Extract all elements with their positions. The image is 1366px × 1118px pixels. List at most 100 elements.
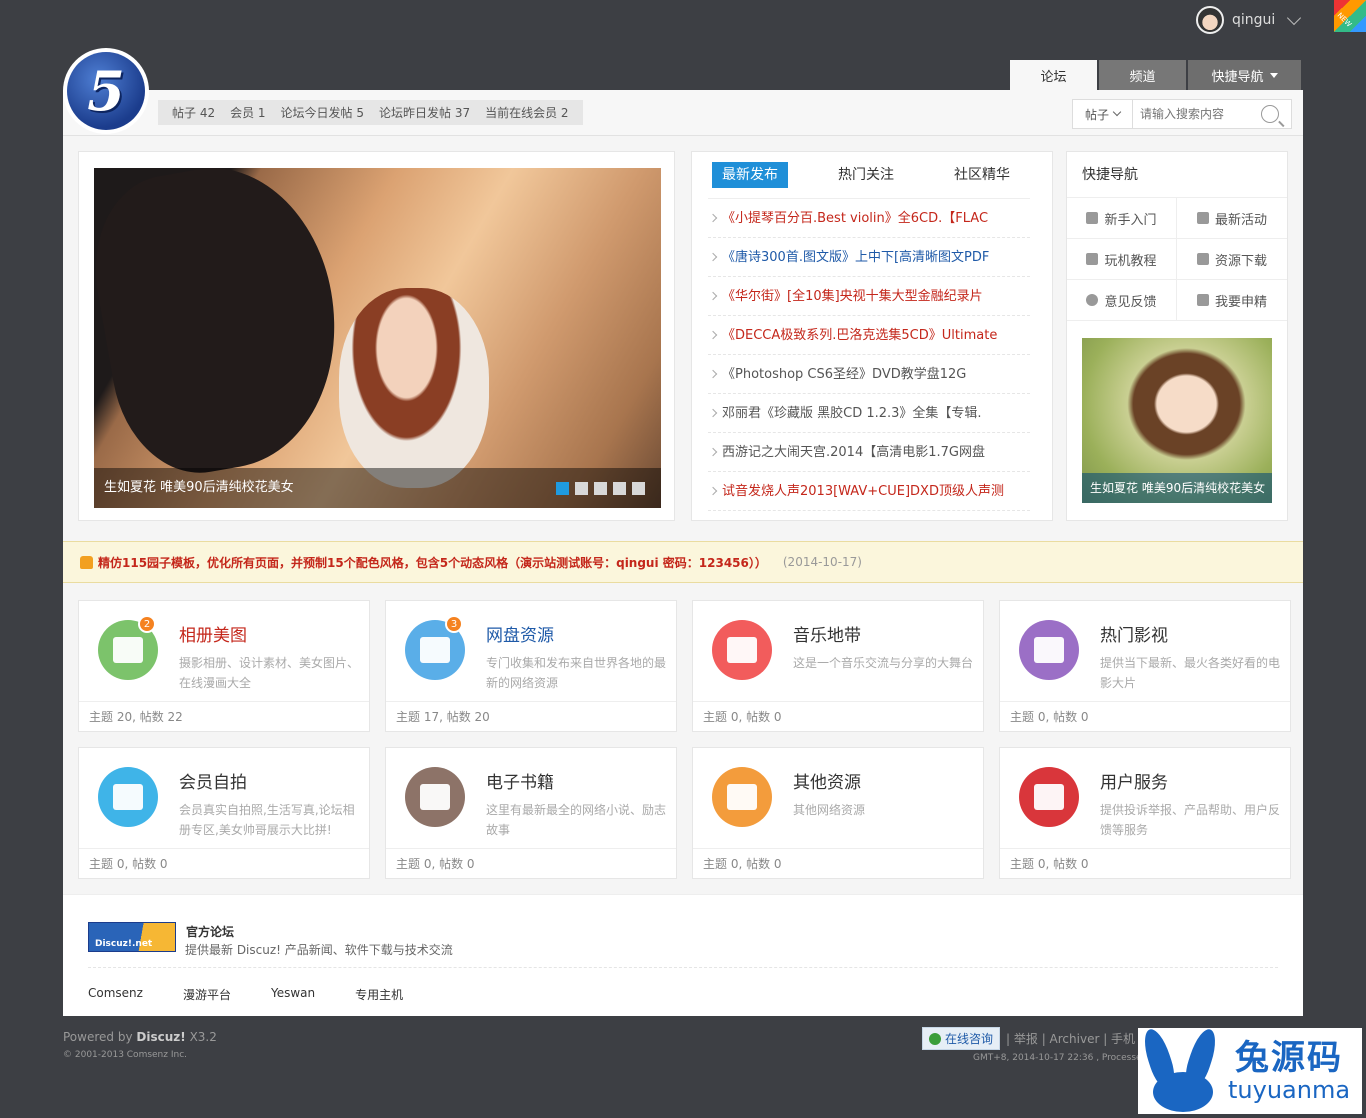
watermark-en: tuyuanma [1228,1076,1351,1104]
slider-dot[interactable] [594,482,607,495]
film-icon[interactable] [1019,620,1079,680]
quicknav-item-label: 意见反馈 [1104,294,1157,310]
search-input[interactable] [1133,107,1261,121]
forum-title[interactable]: 热门影视 [1100,621,1168,646]
forum-stats: 主题 20, 帖数 22 [79,701,369,731]
news-item[interactable]: 西游记之大闹天宫.2014【高清电影1.7G网盘 [708,433,1030,472]
divider [88,967,1278,968]
thumbs-up-icon [80,555,93,569]
search-scope-select[interactable]: 帖子 [1073,100,1133,128]
quicknav-item[interactable]: 意见反馈 [1067,280,1177,321]
friend-link[interactable]: Yeswan [271,986,315,1003]
forum-card[interactable]: 电子书籍 这里有最新最全的网络小说、励志故事 主题 0, 帖数 0 [385,747,677,879]
forum-card[interactable]: 音乐地带 这是一个音乐交流与分享的大舞台 主题 0, 帖数 0 [692,600,984,732]
music-icon[interactable] [712,620,772,680]
forum-card[interactable]: 会员自拍 会员真实自拍照,生活写真,论坛相册专区,美女帅哥展示大比拼! 主题 0, … [78,747,370,879]
news-item[interactable]: 试音发烧人声2013[WAV+CUE]DXD顶级人声测 [708,472,1030,511]
forum-desc: 会员真实自拍照,生活写真,论坛相册专区,美女帅哥展示大比拼! [179,803,355,837]
footer-link-row[interactable]: | 举报 | Archiver | 手机 [1006,1030,1135,1047]
search-icon[interactable] [1261,105,1279,123]
forum-stats: 主题 0, 帖数 0 [1000,848,1290,878]
username[interactable]: qingui [1232,12,1275,28]
tab-channel[interactable]: 频道 [1099,60,1186,90]
quicknav-image[interactable]: 生如夏花 唯美90后清纯校花美女 [1082,338,1272,503]
forum-desc: 提供投诉举报、产品帮助、用户反馈等服务 [1100,803,1281,837]
news-list: 《小提琴百分百.Best violin》全6CD.【FLAC 《唐诗300首.图文… [708,198,1030,511]
forum-card[interactable]: 用户服务提供投诉举报、产品帮助、用户反馈等服务主题 0, 帖数 0 [999,747,1291,879]
quicknav-image-caption[interactable]: 生如夏花 唯美90后清纯校花美女 [1082,473,1272,503]
powered-brand[interactable]: Discuz! [136,1030,185,1044]
forum-card[interactable]: 3 网盘资源专门收集和发布来自世界各地的最新的网络资源主题 17, 帖数 20 [385,600,677,732]
tab-latest[interactable]: 最新发布 [712,162,788,188]
portrait-icon[interactable] [98,767,158,827]
quicknav-grid: 新手入门 最新活动 玩机教程 资源下载意见反馈 我要申精 [1067,198,1287,321]
quicknav-item-label: 我要申精 [1214,294,1267,310]
online-consult-button[interactable]: 在线咨询 [922,1027,1001,1050]
quicknav-item-label: 资源下载 [1214,253,1267,269]
stat-online: 当前在线会员 2 [485,106,569,120]
chevron-down-icon [1112,107,1122,117]
tab-hot[interactable]: 热门关注 [828,162,904,188]
new-posts-badge: 3 [445,615,463,633]
quicknav-item[interactable]: 新手入门 [1067,198,1177,239]
friend-link[interactable]: Comsenz [88,986,143,1003]
friend-link[interactable]: 专用主机 [355,986,403,1003]
forum-card[interactable]: 其他资源 其他网络资源 主题 0, 帖数 0 [692,747,984,879]
forum-title[interactable]: 音乐地带 [793,621,861,646]
news-item[interactable]: 《Photoshop CS6圣经》DVD教学盘12G [708,355,1030,394]
forum-title[interactable]: 其他资源 [793,768,861,793]
forum-stats: 主题 17, 帖数 20 [386,701,676,731]
camera-icon [1196,294,1209,306]
user-menu[interactable]: qingui [1196,6,1302,34]
chevron-down-icon[interactable] [1287,10,1302,25]
book-icon[interactable] [405,767,465,827]
tab-quicknav[interactable]: 快捷导航 [1188,60,1301,90]
stat-members: 会员 1 [230,106,266,120]
discuz-logo[interactable]: Discuz!.net [88,922,176,952]
friend-link[interactable]: 漫游平台 [183,986,231,1003]
leaf-icon[interactable] [712,767,772,827]
vip-icon[interactable] [1019,767,1079,827]
tab-quicknav-label: 快捷导航 [1211,69,1264,85]
forum-card[interactable]: 热门影视 提供当下最新、最火各类好看的电影大片 主题 0, 帖数 0 [999,600,1291,732]
new-flag-icon: NEW [1334,0,1366,32]
forum-title[interactable]: 相册美图 [179,621,247,646]
powered-by: Powered by Discuz! X3.2 [63,1030,217,1044]
search-box: 帖子 [1072,99,1292,129]
news-item[interactable]: 《DECCA极致系列.巴洛克选集5CD》Ultimate [708,316,1030,355]
forum-title[interactable]: 会员自拍 [179,768,247,793]
news-item[interactable]: 《唐诗300首.图文版》上中下[高清晰图文PDF [708,238,1030,277]
flag-icon [1196,212,1209,224]
tab-forum[interactable]: 论坛 [1010,60,1097,90]
official-forum-link[interactable]: 官方论坛 [186,923,234,940]
forum-title[interactable]: 电子书籍 [486,768,554,793]
quicknav-item[interactable]: 最新活动 [1177,198,1287,239]
slide-image[interactable]: 生如夏花 唯美90后清纯校花美女 [94,168,661,508]
help-icon [1086,253,1099,265]
slider-dot[interactable] [632,482,645,495]
avatar[interactable] [1196,6,1224,34]
quicknav-item[interactable]: 资源下载 [1177,239,1287,280]
news-tabs: 最新发布 热门关注 社区精华 [712,162,1020,188]
news-item[interactable]: 《小提琴百分百.Best violin》全6CD.【FLAC [708,199,1030,238]
slider-dot[interactable] [613,482,626,495]
forum-title[interactable]: 网盘资源 [486,621,554,646]
forum-card[interactable]: 2 相册美图 摄影相册、设计素材、美女图片、在线漫画大全 主题 20, 帖数 22 [78,600,370,732]
main-panel: 生如夏花 唯美90后清纯校花美女 最新发布 热门关注 社区精华 《小提琴百分百.… [63,136,1303,1016]
stat-yesterday: 论坛昨日发帖 37 [379,106,471,120]
user-icon [1086,212,1099,224]
news-item[interactable]: 邓丽君《珍藏版 黑胶CD 1.2.3》全集【专辑. [708,394,1030,433]
announcement-link[interactable]: 精仿115园子模板，优化所有页面，并预制15个配色风格，包含5个动态风格（演示站… [98,554,767,571]
slider-dot[interactable] [556,482,569,495]
info-icon [1086,294,1099,306]
announcement-bar: 精仿115园子模板，优化所有页面，并预制15个配色风格，包含5个动态风格（演示站… [63,541,1303,583]
forum-stats: 主题 0, 帖数 0 [693,848,983,878]
tab-featured[interactable]: 社区精华 [944,162,1020,188]
forum-title[interactable]: 用户服务 [1100,768,1168,793]
news-item[interactable]: 《华尔街》[全10集]央视十集大型金融纪录片 [708,277,1030,316]
quicknav-item[interactable]: 玩机教程 [1067,239,1177,280]
site-logo[interactable]: 5 [63,48,149,134]
quicknav-item[interactable]: 我要申精 [1177,280,1287,321]
slider-dot[interactable] [575,482,588,495]
forum-desc: 专门收集和发布来自世界各地的最新的网络资源 [486,656,667,690]
